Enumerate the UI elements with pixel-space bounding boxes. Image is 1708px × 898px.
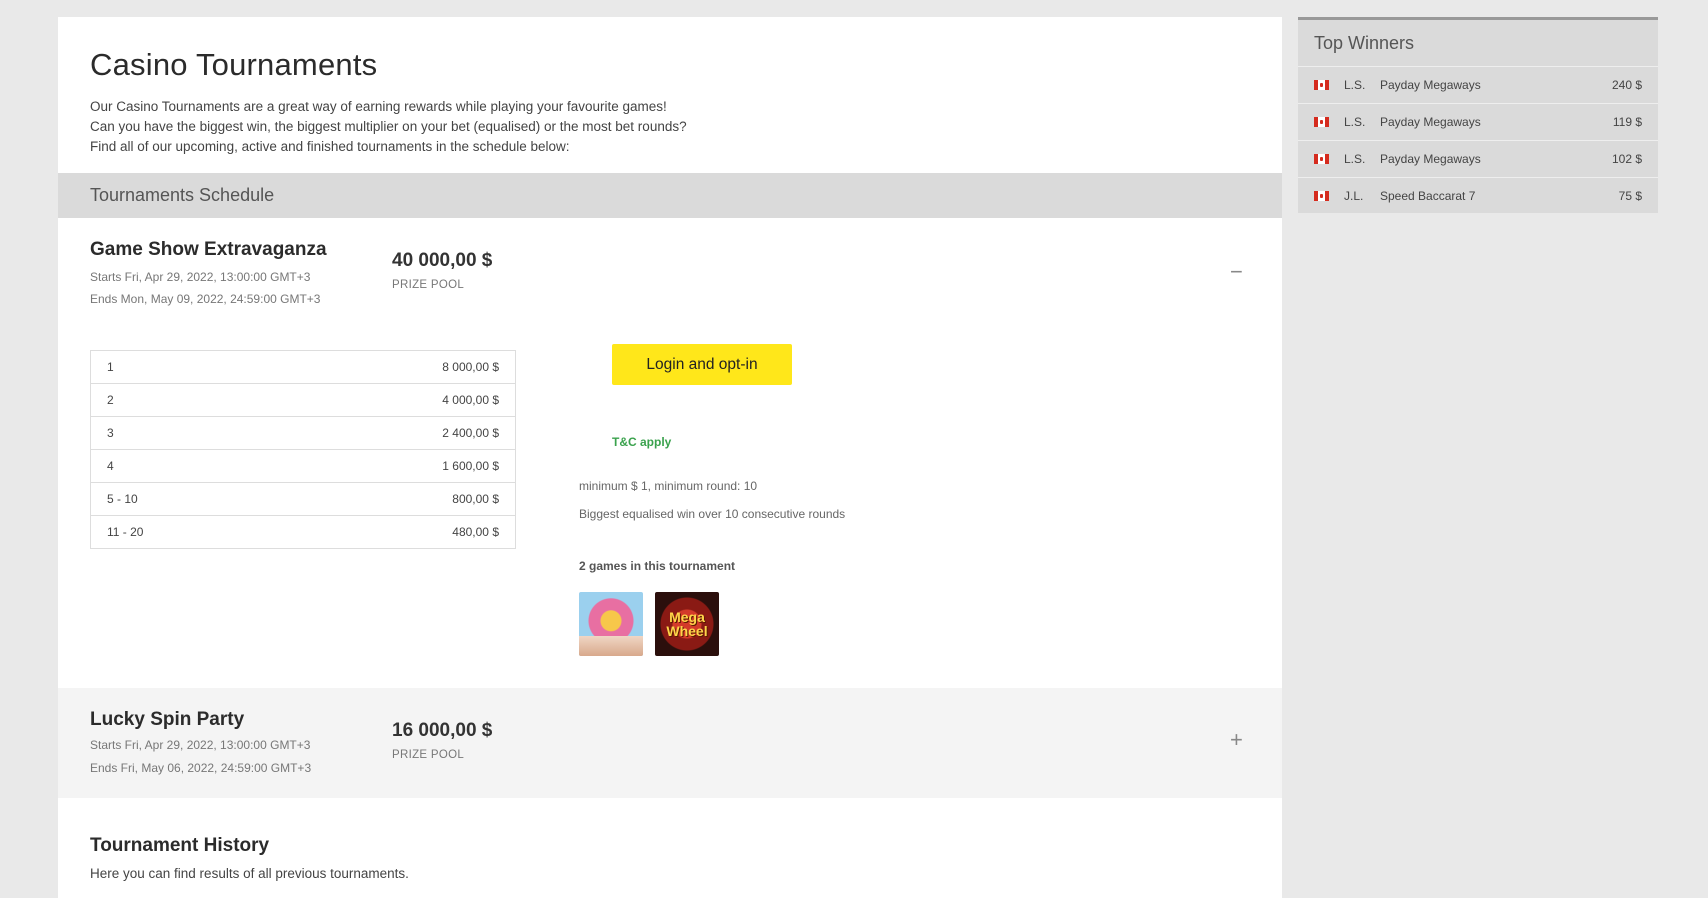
tournament-card-game-show-extravaganza: Game Show Extravaganza Starts Fri, Apr 2…: [58, 218, 1282, 323]
winner-amount: 102 $: [1611, 152, 1642, 166]
intro-section: Casino Tournaments Our Casino Tournament…: [58, 17, 1282, 173]
table-row: 18 000,00 $: [90, 350, 516, 384]
tournament-history-section: Tournament History Here you can find res…: [90, 835, 409, 881]
tournament-min-rule: minimum $ 1, minimum round: 10: [579, 479, 758, 493]
rank-prize: 800,00 $: [268, 482, 516, 516]
history-subtitle: Here you can find results of all previou…: [90, 866, 409, 881]
canada-flag-icon: [1314, 80, 1329, 90]
rank-position: 2: [90, 383, 269, 417]
prize-pool-amount: 40 000,00 $: [392, 250, 493, 271]
winner-initials: L.S.: [1344, 115, 1366, 129]
tournament-card-lucky-spin-party[interactable]: Lucky Spin Party Starts Fri, Apr 29, 202…: [58, 688, 1282, 798]
tournament-name: Lucky Spin Party: [90, 709, 245, 730]
intro-text-line: Can you have the biggest win, the bigges…: [90, 119, 687, 134]
table-row: 41 600,00 $: [90, 449, 516, 483]
winner-game[interactable]: Speed Baccarat 7: [1380, 189, 1475, 203]
winner-row: L.S. Payday Megaways 102 $: [1298, 140, 1658, 177]
rank-position: 3: [90, 416, 269, 450]
rank-prize: 1 600,00 $: [268, 449, 516, 483]
rank-position: 1: [90, 350, 269, 384]
winner-initials: L.S.: [1344, 78, 1366, 92]
canada-flag-icon: [1314, 191, 1329, 201]
table-row: 24 000,00 $: [90, 383, 516, 417]
rank-prize: 480,00 $: [268, 515, 516, 549]
login-opt-in-button[interactable]: Login and opt-in: [612, 344, 792, 385]
schedule-header: Tournaments Schedule: [58, 173, 1282, 218]
main-content: Casino Tournaments Our Casino Tournament…: [58, 17, 1282, 898]
tournament-header[interactable]: Game Show Extravaganza Starts Fri, Apr 2…: [58, 218, 1282, 323]
prize-pool-amount: 16 000,00 $: [392, 720, 493, 741]
rank-prize: 8 000,00 $: [268, 350, 516, 384]
prize-ranking-table: 18 000,00 $ 24 000,00 $ 32 400,00 $ 41 6…: [90, 350, 516, 549]
games-count-label: 2 games in this tournament: [579, 559, 736, 573]
intro-text-line: Find all of our upcoming, active and fin…: [90, 139, 570, 154]
winner-game[interactable]: Payday Megaways: [1380, 152, 1481, 166]
rank-position: 11 - 20: [90, 515, 269, 549]
tournament-start-date: Starts Fri, Apr 29, 2022, 13:00:00 GMT+3: [90, 738, 311, 752]
winner-row: L.S. Payday Megaways 119 $: [1298, 103, 1658, 140]
tc-apply-link[interactable]: T&C apply: [612, 435, 671, 449]
winner-row: J.L. Speed Baccarat 7 75 $: [1298, 177, 1658, 214]
winner-game[interactable]: Payday Megaways: [1380, 115, 1481, 129]
canada-flag-icon: [1314, 117, 1329, 127]
top-winners-panel: Top Winners L.S. Payday Megaways 240 $ L…: [1298, 17, 1658, 213]
game-thumbnail-icon[interactable]: [579, 592, 643, 656]
table-row: 32 400,00 $: [90, 416, 516, 450]
winner-row: L.S. Payday Megaways 240 $: [1298, 66, 1658, 103]
collapse-icon[interactable]: −: [1230, 261, 1243, 283]
winner-initials: L.S.: [1344, 152, 1366, 166]
tournament-end-date: Ends Fri, May 06, 2022, 24:59:00 GMT+3: [90, 761, 312, 775]
prize-pool-label: PRIZE POOL: [392, 279, 465, 291]
intro-text-line: Our Casino Tournaments are a great way o…: [90, 99, 667, 114]
table-row: 5 - 10 800,00 $: [90, 482, 516, 516]
history-title: Tournament History: [90, 835, 270, 856]
tournament-end-date: Ends Mon, May 09, 2022, 24:59:00 GMT+3: [90, 292, 321, 306]
tournament-win-rule: Biggest equalised win over 10 consecutiv…: [579, 507, 846, 521]
rank-prize: 2 400,00 $: [268, 416, 516, 450]
rank-position: 4: [90, 449, 269, 483]
top-winners-title: Top Winners: [1314, 32, 1415, 53]
winner-initials: J.L.: [1344, 189, 1364, 203]
tournament-name: Game Show Extravaganza: [90, 239, 327, 260]
page-title: Casino Tournaments: [90, 47, 378, 82]
mega-wheel-thumbnail-icon[interactable]: Mega Wheel: [655, 592, 719, 656]
table-row: 11 - 20 480,00 $: [90, 515, 516, 549]
rank-position: 5 - 10: [90, 482, 269, 516]
winner-amount: 75 $: [1618, 189, 1642, 203]
expand-icon[interactable]: +: [1230, 729, 1243, 751]
winner-amount: 240 $: [1611, 78, 1642, 92]
winner-amount: 119 $: [1612, 115, 1642, 129]
tournament-start-date: Starts Fri, Apr 29, 2022, 13:00:00 GMT+3: [90, 270, 311, 284]
canada-flag-icon: [1314, 154, 1329, 164]
thumbnail-title: Mega Wheel: [666, 609, 708, 639]
thumbnail-strip: [579, 636, 643, 656]
rank-prize: 4 000,00 $: [268, 383, 516, 417]
prize-pool-label: PRIZE POOL: [392, 749, 465, 761]
winner-game[interactable]: Payday Megaways: [1380, 78, 1481, 92]
